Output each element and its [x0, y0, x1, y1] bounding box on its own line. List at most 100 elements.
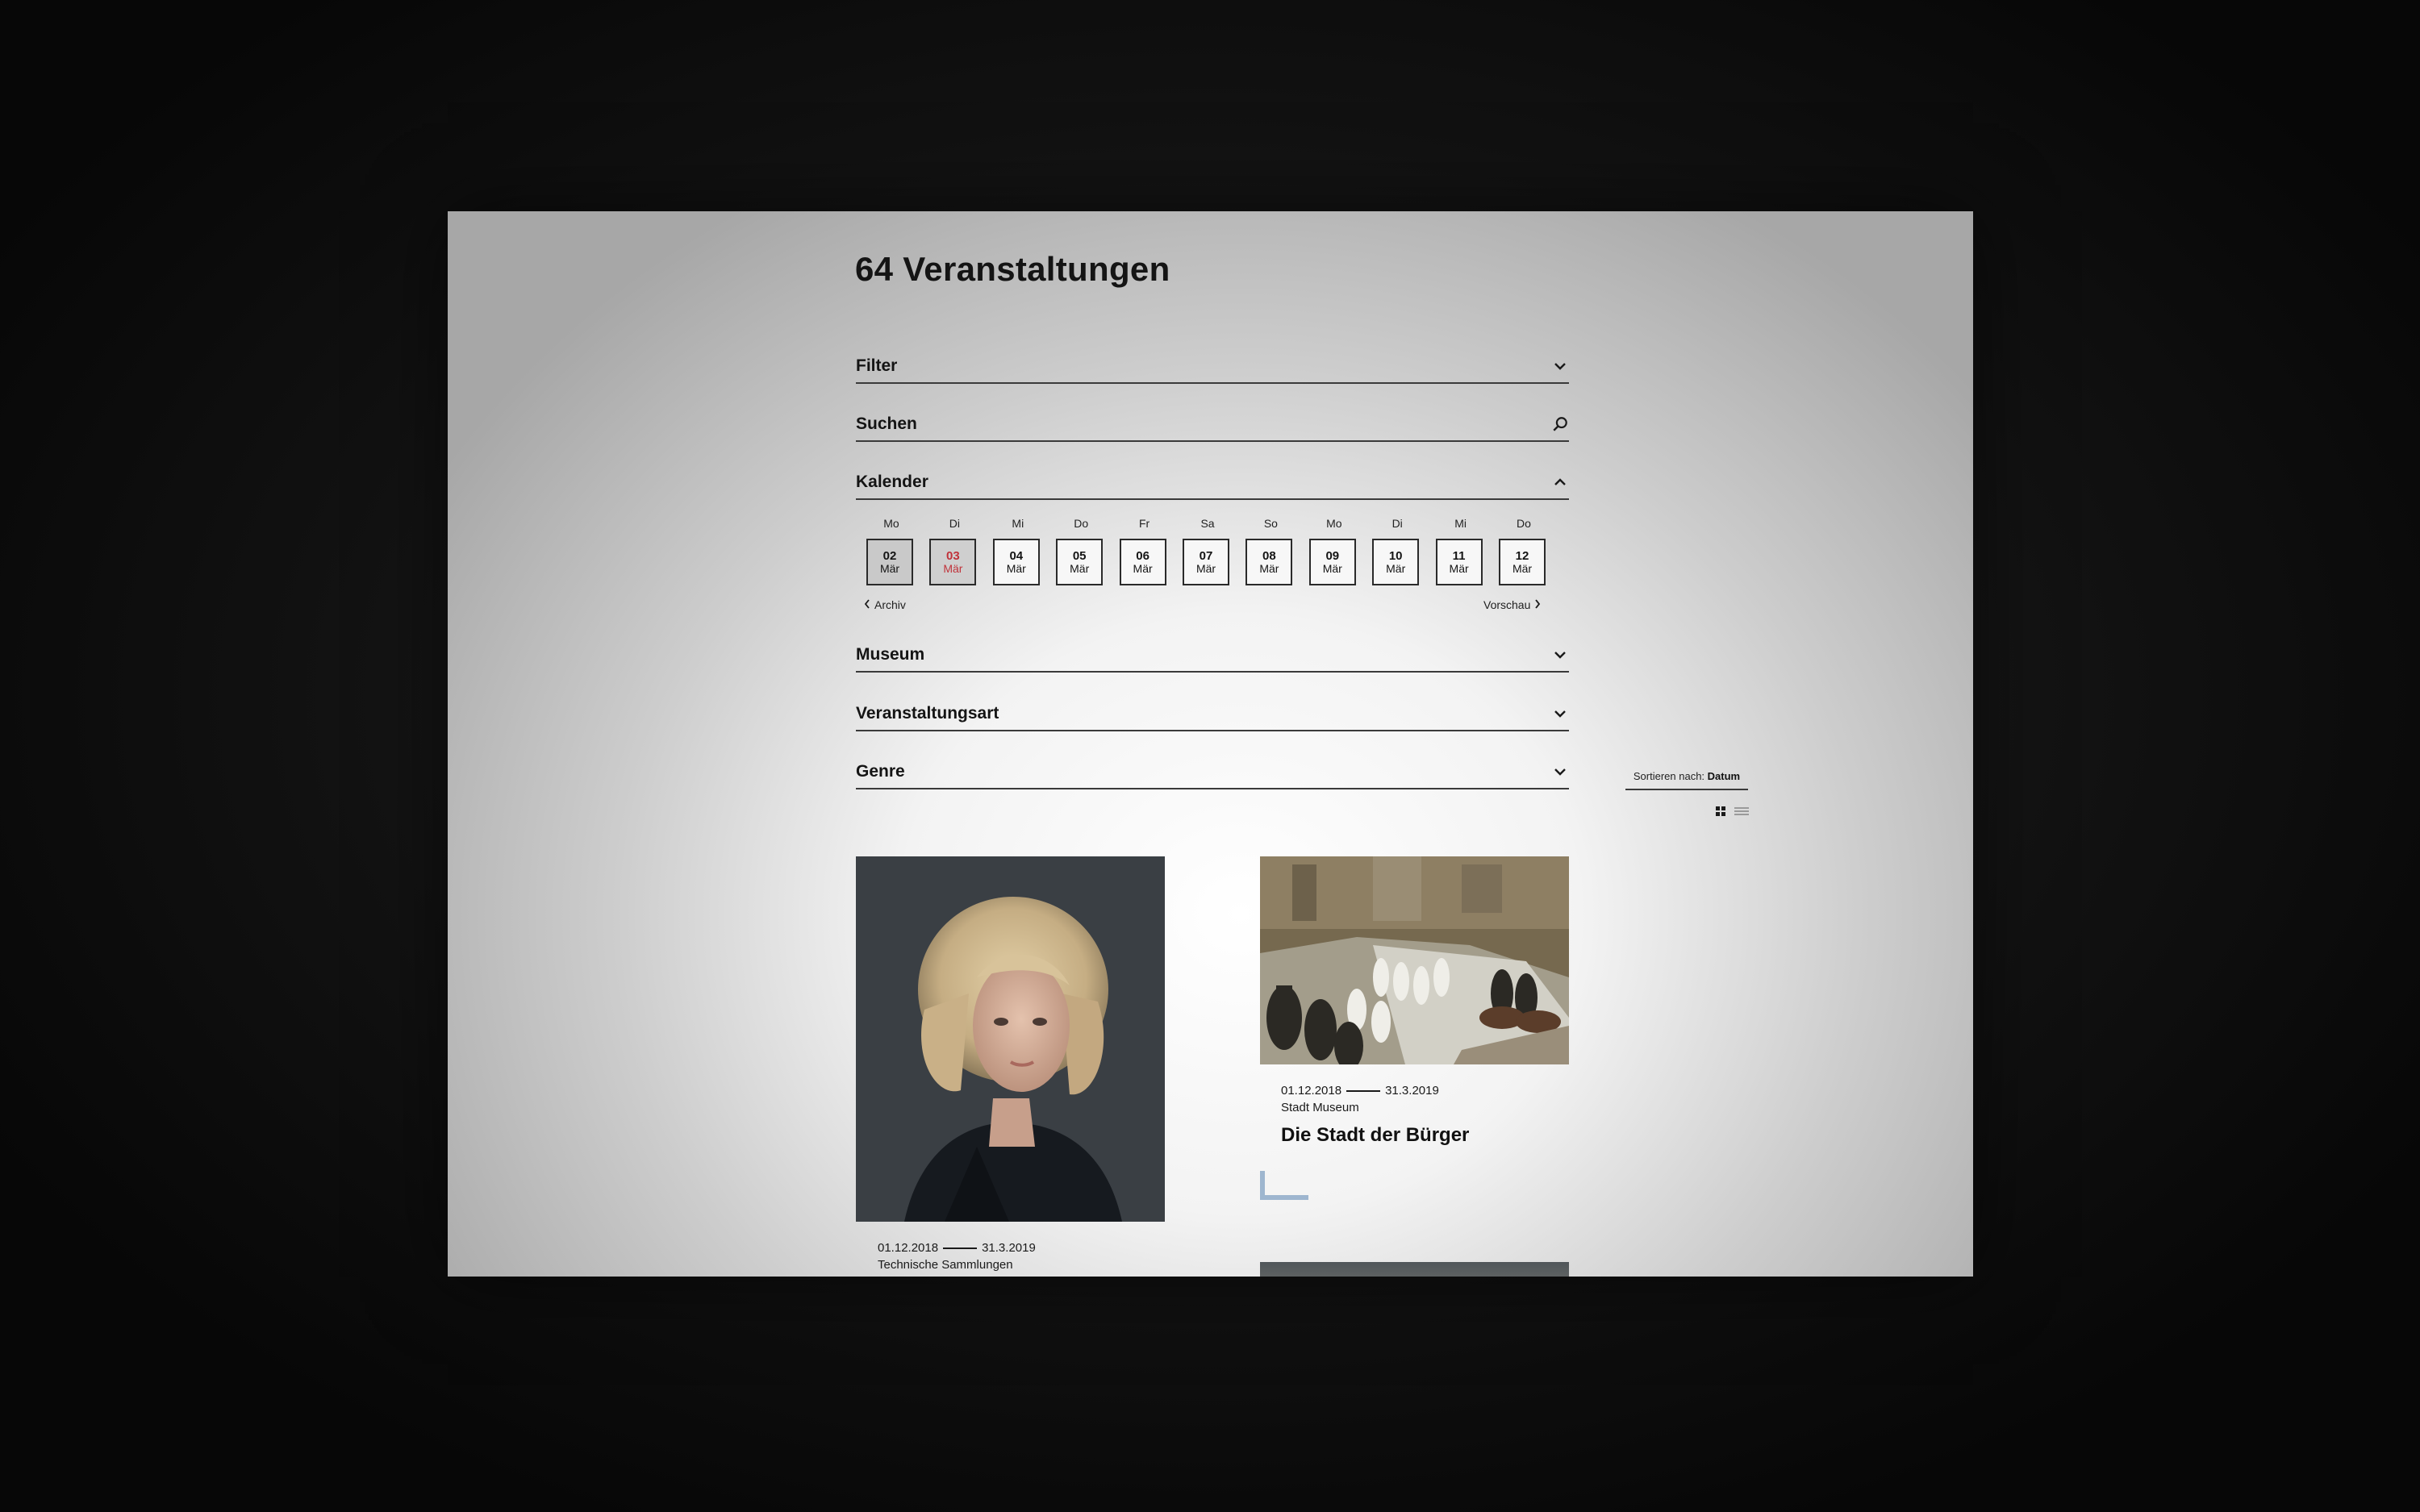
- event-image-partial[interactable]: [1260, 1262, 1569, 1277]
- calendar-accordion[interactable]: Kalender: [856, 466, 1569, 500]
- month-label: Mär: [943, 561, 963, 575]
- filter-accordion[interactable]: Filter: [856, 350, 1569, 384]
- calendar-day[interactable]: Di 10 Mär: [1372, 516, 1422, 585]
- calendar-day[interactable]: Mo 09 Mär: [1308, 516, 1359, 585]
- date-button[interactable]: 12 Mär: [1499, 539, 1546, 585]
- date-button[interactable]: 11 Mär: [1435, 539, 1483, 585]
- weekday-label: So: [1263, 517, 1278, 530]
- weekday-label: Mi: [1012, 517, 1024, 530]
- weekday-label: Di: [1392, 517, 1403, 530]
- weekday-label: Do: [1517, 517, 1531, 530]
- calendar-prev-link[interactable]: Archiv: [864, 598, 906, 611]
- preview-label: Vorschau: [1483, 598, 1531, 611]
- search-label: Suchen: [856, 414, 917, 433]
- day-number: 10: [1388, 548, 1403, 563]
- page-title: 64 Veranstaltungen: [855, 250, 1170, 288]
- date-separator: [1346, 1089, 1381, 1092]
- genre-label: Genre: [856, 762, 905, 781]
- date-button[interactable]: 08 Mär: [1245, 539, 1293, 585]
- month-label: Mär: [1195, 561, 1216, 575]
- weekday-label: Mo: [1326, 517, 1342, 530]
- date-button[interactable]: 05 Mär: [1056, 539, 1104, 585]
- day-number: 02: [882, 548, 897, 563]
- event-image-parade[interactable]: [1260, 856, 1569, 1064]
- chevron-up-icon[interactable]: [1551, 473, 1569, 491]
- month-label: Mär: [1512, 561, 1533, 575]
- weekday-label: Sa: [1200, 517, 1215, 530]
- chevron-down-icon[interactable]: [1551, 646, 1569, 664]
- filter-label: Filter: [856, 356, 898, 375]
- month-label: Mär: [1070, 561, 1090, 575]
- weekday-label: Mi: [1454, 517, 1467, 530]
- museum-accordion[interactable]: Museum: [856, 639, 1569, 673]
- chevron-down-icon[interactable]: [1551, 705, 1569, 723]
- month-label: Mär: [1006, 561, 1026, 575]
- browser-screen: 64 Veranstaltungen Filter Suchen Kalende…: [448, 211, 1973, 1277]
- month-label: Mär: [1322, 561, 1342, 575]
- month-label: Mär: [879, 561, 900, 575]
- calendar-day[interactable]: Mi 11 Mär: [1435, 516, 1486, 585]
- view-toggle: [1716, 806, 1750, 816]
- date-start: 01.12.2018: [1281, 1084, 1342, 1098]
- date-button[interactable]: 02 Mär: [866, 539, 913, 585]
- calendar-label: Kalender: [856, 473, 928, 491]
- weekday-label: Di: [949, 517, 960, 530]
- event-type-accordion[interactable]: Veranstaltungsart: [856, 698, 1569, 731]
- museum-label: Museum: [856, 645, 925, 664]
- calendar-day-today[interactable]: Di 03 Mär: [929, 516, 979, 585]
- date-button[interactable]: 09 Mär: [1308, 539, 1356, 585]
- calendar-next-link[interactable]: Vorschau: [1483, 598, 1541, 611]
- genre-accordion[interactable]: Genre: [856, 756, 1569, 789]
- sort-value: Datum: [1707, 770, 1741, 782]
- date-separator: [943, 1247, 978, 1249]
- event-date-range: 01.12.2018 31.3.2019: [1281, 1084, 1439, 1098]
- event-type-label: Veranstaltungsart: [856, 704, 999, 723]
- date-start: 01.12.2018: [878, 1241, 939, 1255]
- sort-dropdown[interactable]: Sortieren nach: Datum: [1625, 770, 1748, 790]
- calendar-day[interactable]: Do 05 Mär: [1056, 516, 1106, 585]
- weekday-label: Mo: [883, 517, 899, 530]
- weekday-label: Do: [1074, 517, 1089, 530]
- day-number: 12: [1515, 548, 1529, 563]
- search-icon[interactable]: [1551, 415, 1569, 433]
- day-number: 03: [946, 548, 960, 563]
- calendar-day[interactable]: Mi 04 Mär: [992, 516, 1043, 585]
- day-number: 06: [1136, 548, 1150, 563]
- calendar-day[interactable]: Fr 06 Mär: [1119, 516, 1170, 585]
- day-number: 08: [1262, 548, 1276, 563]
- date-button[interactable]: 03 Mär: [929, 539, 977, 585]
- month-label: Mär: [1386, 561, 1406, 575]
- chevron-down-icon[interactable]: [1551, 763, 1569, 781]
- event-image-portrait[interactable]: [856, 856, 1165, 1222]
- calendar-day[interactable]: Do 12 Mär: [1499, 516, 1549, 585]
- date-end: 31.3.2019: [982, 1241, 1036, 1255]
- day-number: 05: [1072, 548, 1087, 563]
- month-label: Mär: [1133, 561, 1153, 575]
- day-number: 11: [1452, 548, 1466, 563]
- list-view-icon[interactable]: [1734, 806, 1750, 816]
- month-label: Mär: [1259, 561, 1279, 575]
- archive-label: Archiv: [874, 598, 906, 611]
- day-number: 04: [1009, 548, 1024, 563]
- day-number: 07: [1199, 548, 1213, 563]
- event-museum: Technische Sammlungen: [878, 1258, 1013, 1272]
- grid-view-icon[interactable]: [1716, 806, 1729, 816]
- sort-prefix: Sortieren nach:: [1633, 770, 1705, 782]
- weekday-label: Fr: [1138, 517, 1150, 530]
- event-date-range: 01.12.2018 31.3.2019: [878, 1241, 1036, 1255]
- date-button[interactable]: 10 Mär: [1372, 539, 1420, 585]
- date-button[interactable]: 04 Mär: [992, 539, 1040, 585]
- chevron-down-icon[interactable]: [1551, 357, 1569, 375]
- event-title[interactable]: Die Stadt der Bürger: [1281, 1124, 1469, 1147]
- event-museum: Stadt Museum: [1281, 1101, 1359, 1114]
- date-button[interactable]: 07 Mär: [1183, 539, 1229, 585]
- corner-accent-mark: [1260, 1171, 1308, 1200]
- chevron-left-icon: [864, 598, 870, 611]
- chevron-right-icon: [1534, 598, 1541, 611]
- search-field[interactable]: Suchen: [856, 408, 1569, 442]
- calendar-day[interactable]: Sa 07 Mär: [1183, 516, 1233, 585]
- month-label: Mär: [1449, 561, 1469, 575]
- calendar-day[interactable]: So 08 Mär: [1245, 516, 1296, 585]
- date-button[interactable]: 06 Mär: [1119, 539, 1166, 585]
- calendar-day[interactable]: Mo 02 Mär: [866, 516, 916, 585]
